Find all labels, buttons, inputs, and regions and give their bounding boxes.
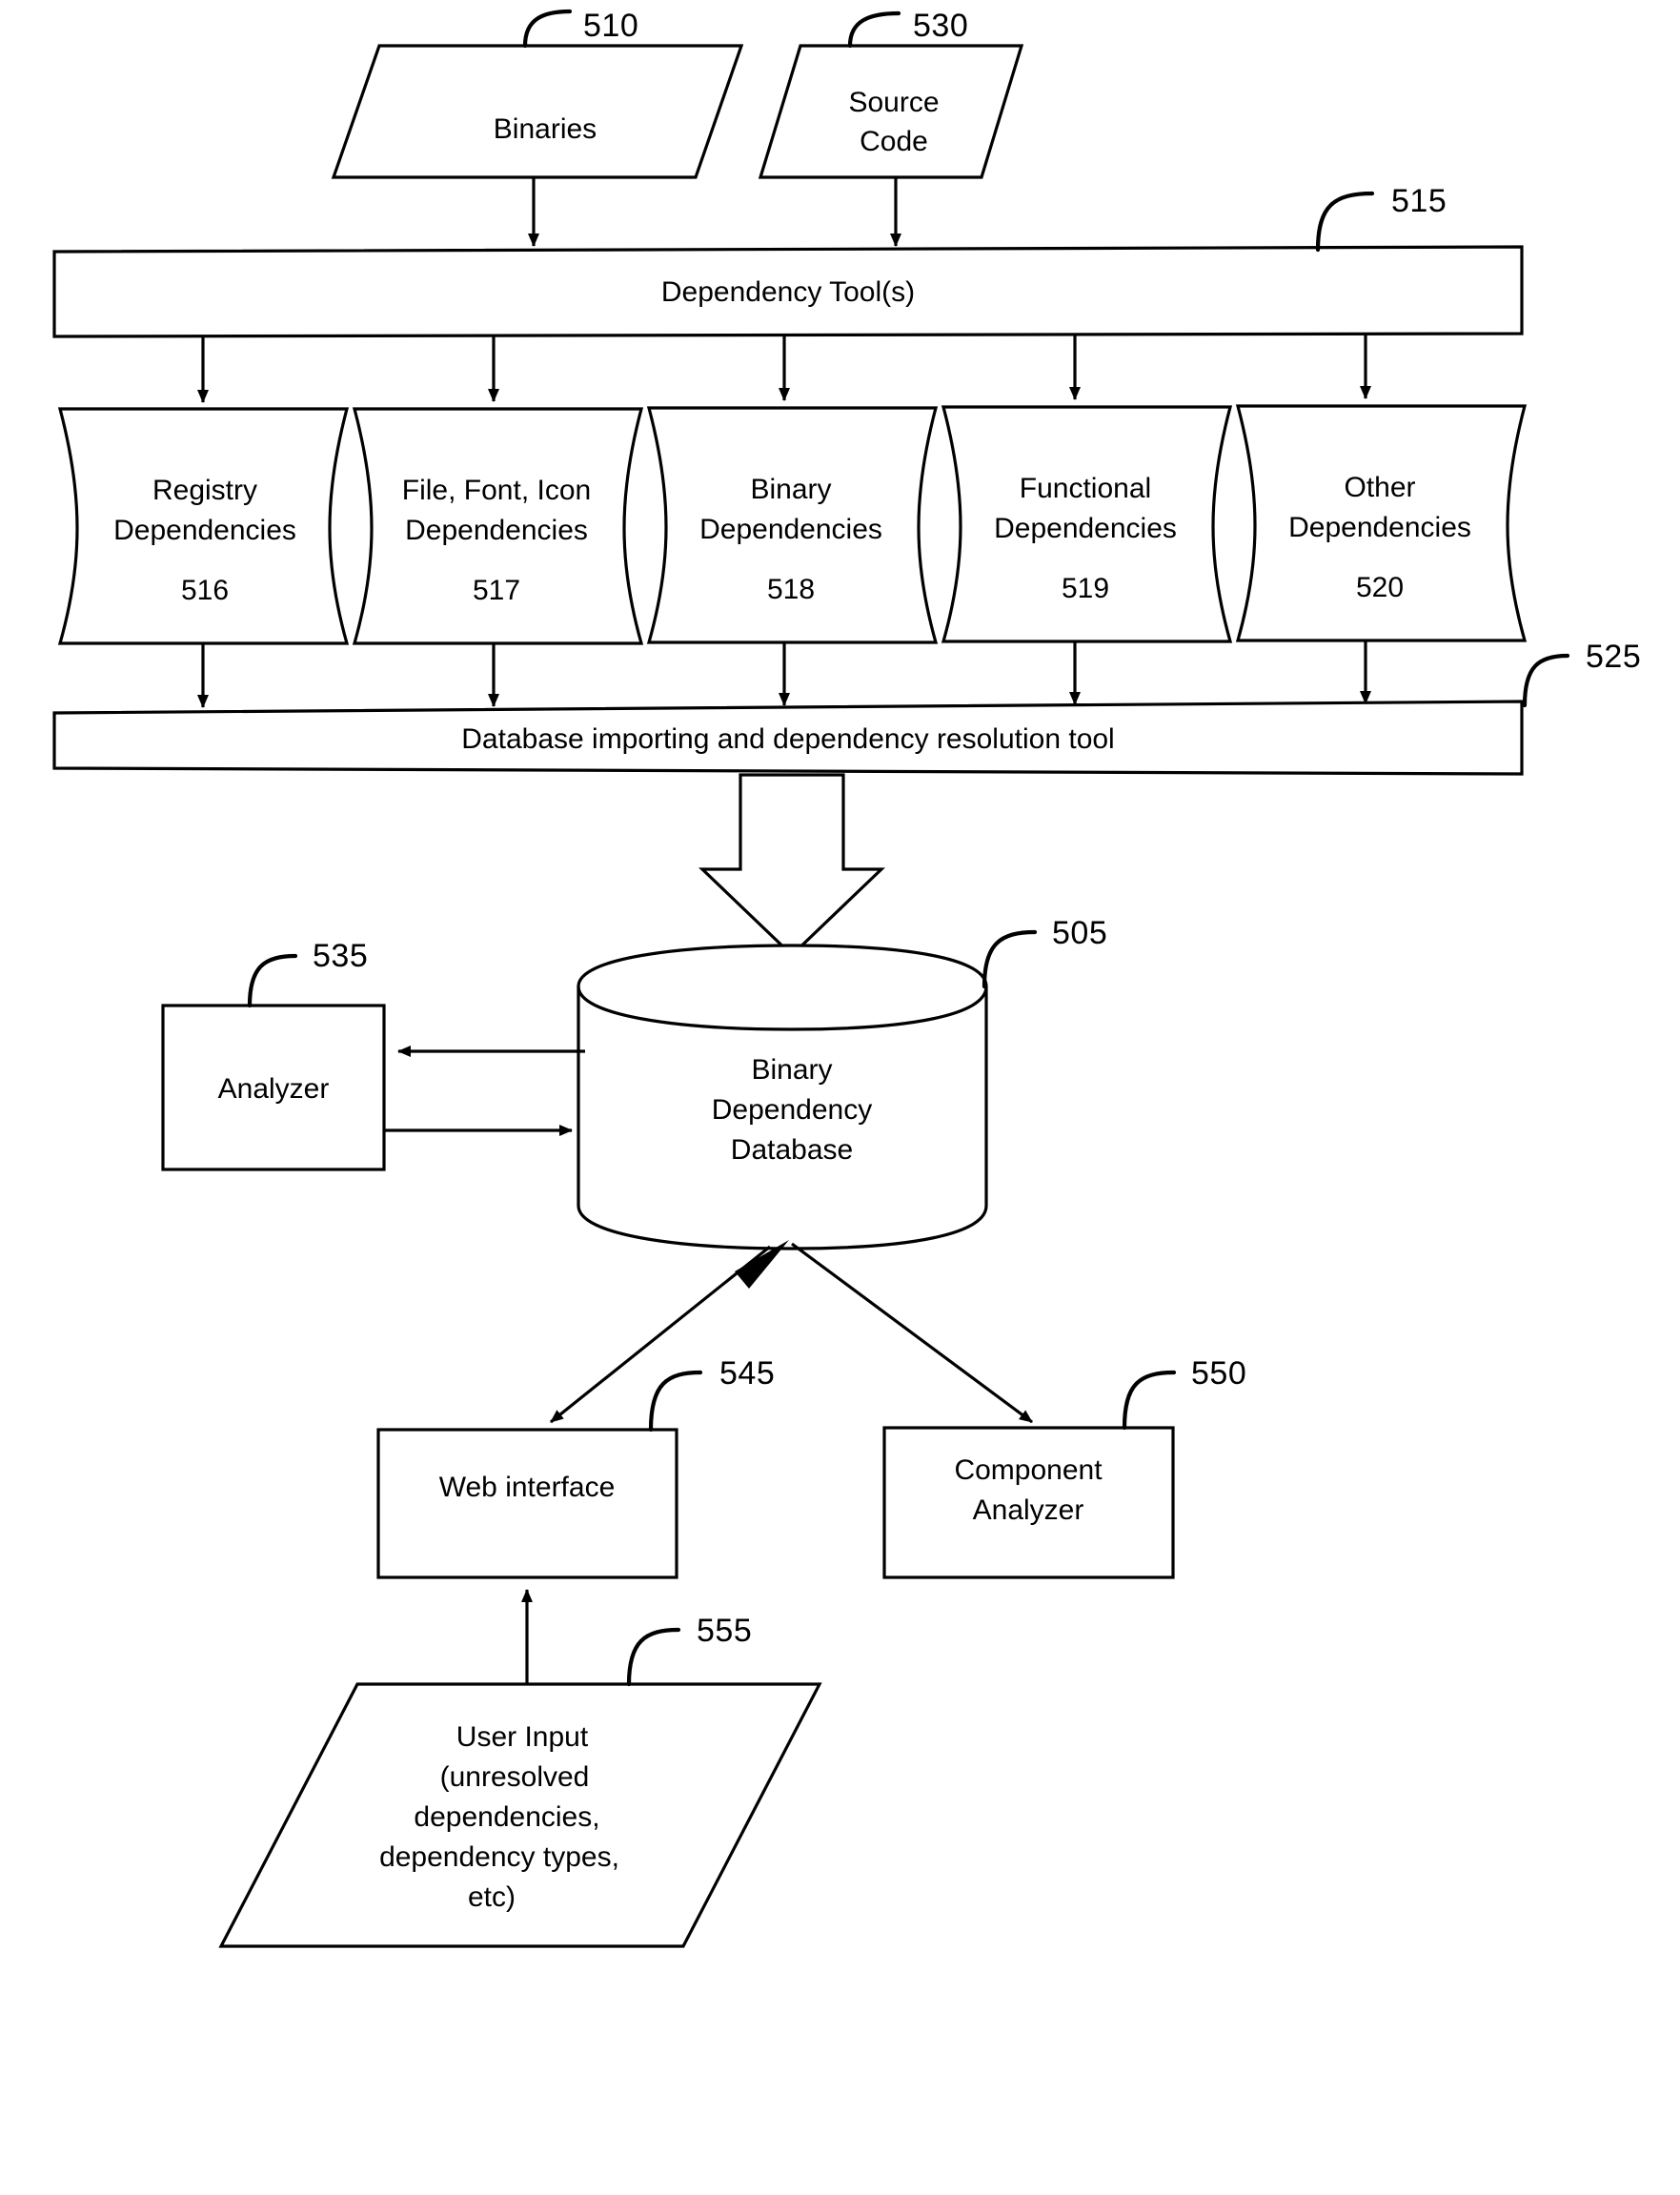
file-font-icon-dependencies-ref: 517 [473, 575, 520, 606]
user-input-label-line1: User Input [456, 1721, 589, 1753]
binary-dependencies-ref: 518 [767, 574, 815, 605]
callout-545-leader [648, 1370, 703, 1433]
other-dependencies-ref: 520 [1356, 572, 1404, 603]
binary-dependency-database-label-line2: Dependency [712, 1094, 872, 1126]
file-font-icon-dependencies-label-line2: Dependencies [405, 515, 588, 546]
analyzer-label: Analyzer [218, 1073, 330, 1105]
node-analyzer[interactable]: Analyzer [161, 1004, 386, 1171]
node-functional-dependencies[interactable]: Functional Dependencies 519 [941, 405, 1233, 643]
other-dependencies-label-line1: Other [1344, 472, 1415, 503]
callout-550: 550 [1122, 1355, 1246, 1431]
callout-515: 515 [1315, 183, 1447, 253]
source-code-label-line2: Code [860, 126, 928, 157]
callout-545-number: 545 [719, 1355, 775, 1392]
callout-550-leader [1122, 1370, 1177, 1431]
callout-525: 525 [1522, 639, 1641, 708]
node-binary-dependencies[interactable]: Binary Dependencies 518 [646, 406, 939, 644]
callout-515-number: 515 [1391, 183, 1447, 219]
registry-dependencies-label-line2: Dependencies [113, 515, 296, 546]
callout-555-number: 555 [697, 1613, 752, 1649]
web-interface-label: Web interface [439, 1472, 616, 1503]
callout-545: 545 [648, 1355, 775, 1433]
functional-dependencies-label-line2: Dependencies [994, 513, 1177, 544]
callout-530-number: 530 [913, 8, 968, 44]
node-registry-dependencies[interactable]: Registry Dependencies 516 [57, 407, 350, 645]
callout-510-leader [522, 9, 573, 49]
figure-canvas: Binaries 510 Source Code 530 Dependency … [0, 0, 1680, 2195]
node-binary-dependency-database[interactable]: Binary Dependency Database [577, 944, 988, 1250]
user-input-label-line4: dependency types, [379, 1841, 619, 1873]
callout-530-leader [847, 10, 901, 49]
user-input-label-line3: dependencies, [414, 1801, 599, 1833]
callout-505-number: 505 [1052, 915, 1107, 951]
user-input-label-line5: etc) [468, 1881, 516, 1913]
node-component-analyzer[interactable]: Component Analyzer [882, 1426, 1175, 1579]
binary-dependency-database-label-line3: Database [731, 1134, 853, 1166]
callout-505-leader [982, 929, 1038, 989]
callout-510-number: 510 [583, 8, 638, 44]
callout-555: 555 [626, 1613, 752, 1687]
callout-525-leader [1522, 653, 1570, 708]
registry-dependencies-label-line1: Registry [152, 475, 257, 506]
other-dependencies-label-line2: Dependencies [1288, 512, 1471, 543]
import-tool-label: Database importing and dependency resolu… [461, 723, 1114, 755]
dependency-tools-label: Dependency Tool(s) [661, 276, 915, 308]
node-binaries[interactable]: Binaries [331, 44, 744, 179]
callout-525-number: 525 [1586, 639, 1641, 675]
callout-510: 510 [522, 8, 638, 49]
binaries-parallelogram [331, 44, 744, 179]
callout-550-number: 550 [1191, 1355, 1246, 1392]
node-other-dependencies[interactable]: Other Dependencies 520 [1235, 404, 1528, 642]
node-import-tool[interactable]: Database importing and dependency resolu… [52, 700, 1524, 776]
binaries-label: Binaries [494, 113, 597, 145]
binary-dependencies-label-line2: Dependencies [699, 514, 882, 545]
node-dependency-tools[interactable]: Dependency Tool(s) [52, 245, 1524, 338]
callout-515-leader [1315, 191, 1375, 253]
block-arrow-import-tool-to-database [698, 773, 885, 958]
binary-dependencies-label-line1: Binary [750, 474, 831, 505]
binary-dependency-database-label-line1: Binary [751, 1054, 832, 1086]
callout-535: 535 [247, 938, 368, 1008]
web-interface-rectangle [376, 1428, 678, 1579]
functional-dependencies-ref: 519 [1062, 573, 1109, 604]
node-web-interface[interactable]: Web interface [376, 1428, 678, 1579]
callout-505: 505 [982, 915, 1107, 989]
callout-535-number: 535 [313, 938, 368, 974]
arrow-database-to-component-analyzer [791, 1242, 1033, 1424]
source-code-label-line1: Source [848, 87, 939, 118]
file-font-icon-dependencies-label-line1: File, Font, Icon [402, 475, 591, 506]
node-user-input[interactable]: User Input (unresolved dependencies, dep… [218, 1682, 822, 1948]
patent-flow-diagram: Binaries 510 Source Code 530 Dependency … [52, 8, 1641, 1948]
node-file-font-icon-dependencies[interactable]: File, Font, Icon Dependencies 517 [352, 407, 644, 645]
functional-dependencies-label-line1: Functional [1020, 473, 1151, 504]
component-analyzer-label-line1: Component [954, 1454, 1103, 1486]
callout-530: 530 [847, 8, 968, 49]
callout-555-leader [626, 1627, 681, 1687]
user-input-label-line2: (unresolved [440, 1761, 590, 1793]
component-analyzer-label-line2: Analyzer [973, 1494, 1084, 1526]
registry-dependencies-ref: 516 [181, 575, 229, 606]
callout-535-leader [247, 953, 298, 1008]
node-source-code[interactable]: Source Code [758, 44, 1024, 179]
